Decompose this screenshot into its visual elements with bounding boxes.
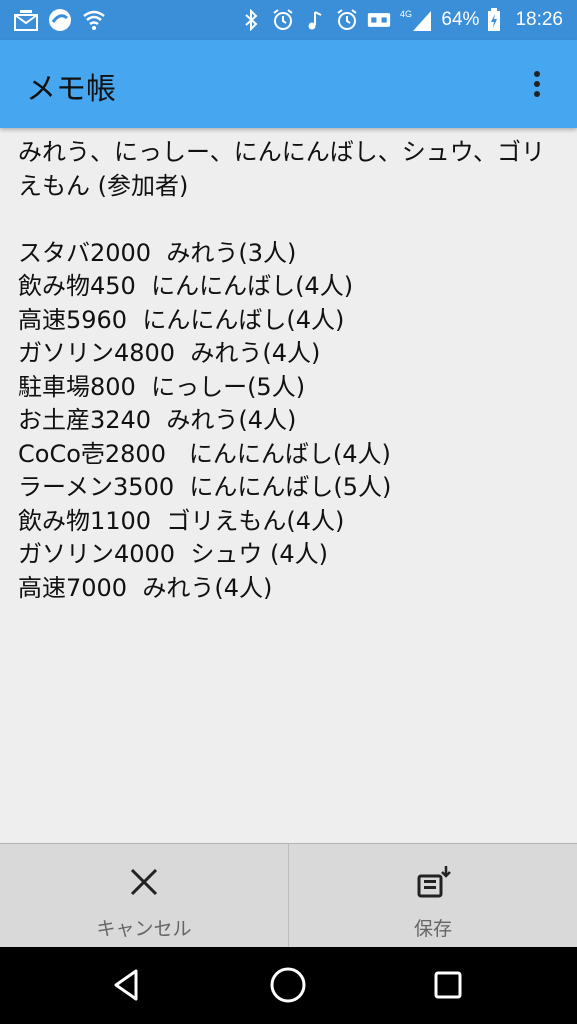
status-left-icons <box>14 7 106 33</box>
battery-charging-icon <box>487 8 501 32</box>
save-button[interactable]: 保存 <box>289 844 577 948</box>
save-button-label: 保存 <box>413 918 452 940</box>
svg-text:4G: 4G <box>400 9 412 19</box>
clock: 18:26 <box>515 9 563 30</box>
close-icon <box>124 862 164 902</box>
tray-notification-icon <box>14 8 38 32</box>
battery-percent: 64% <box>441 9 480 30</box>
alarm-icon <box>271 8 295 32</box>
back-icon[interactable] <box>106 963 150 1007</box>
alarm-icon-2 <box>335 8 359 32</box>
signal-icon: 4G <box>399 8 433 32</box>
system-nav-bar <box>0 947 577 1024</box>
music-note-icon <box>303 8 327 32</box>
overflow-menu-button[interactable] <box>519 66 555 102</box>
app-title: メモ帳 <box>26 72 116 107</box>
memo-text-area[interactable]: みれう、にっしー、にんにんばし、シュウ、ゴリえもん (参加者) スタバ2000 … <box>18 136 558 836</box>
home-icon[interactable] <box>266 963 310 1007</box>
status-bar: 4G 64% 18:26 <box>0 0 577 40</box>
wifi-icon <box>82 8 106 32</box>
overflow-dot-icon <box>534 71 540 77</box>
cancel-button[interactable]: キャンセル <box>0 844 289 948</box>
vr-mode-icon <box>367 8 391 32</box>
save-to-sd-icon <box>413 862 453 902</box>
overflow-dot-icon <box>534 81 540 87</box>
app-notification-icon <box>48 8 72 32</box>
app-bar: メモ帳 <box>0 40 577 128</box>
status-right-icons: 4G 64% 18:26 <box>239 7 563 33</box>
cancel-button-label: キャンセル <box>96 918 192 940</box>
bluetooth-icon <box>239 8 263 32</box>
overflow-dot-icon <box>534 91 540 97</box>
recent-apps-icon[interactable] <box>426 963 470 1007</box>
action-button-bar: キャンセル 保存 <box>0 843 577 948</box>
